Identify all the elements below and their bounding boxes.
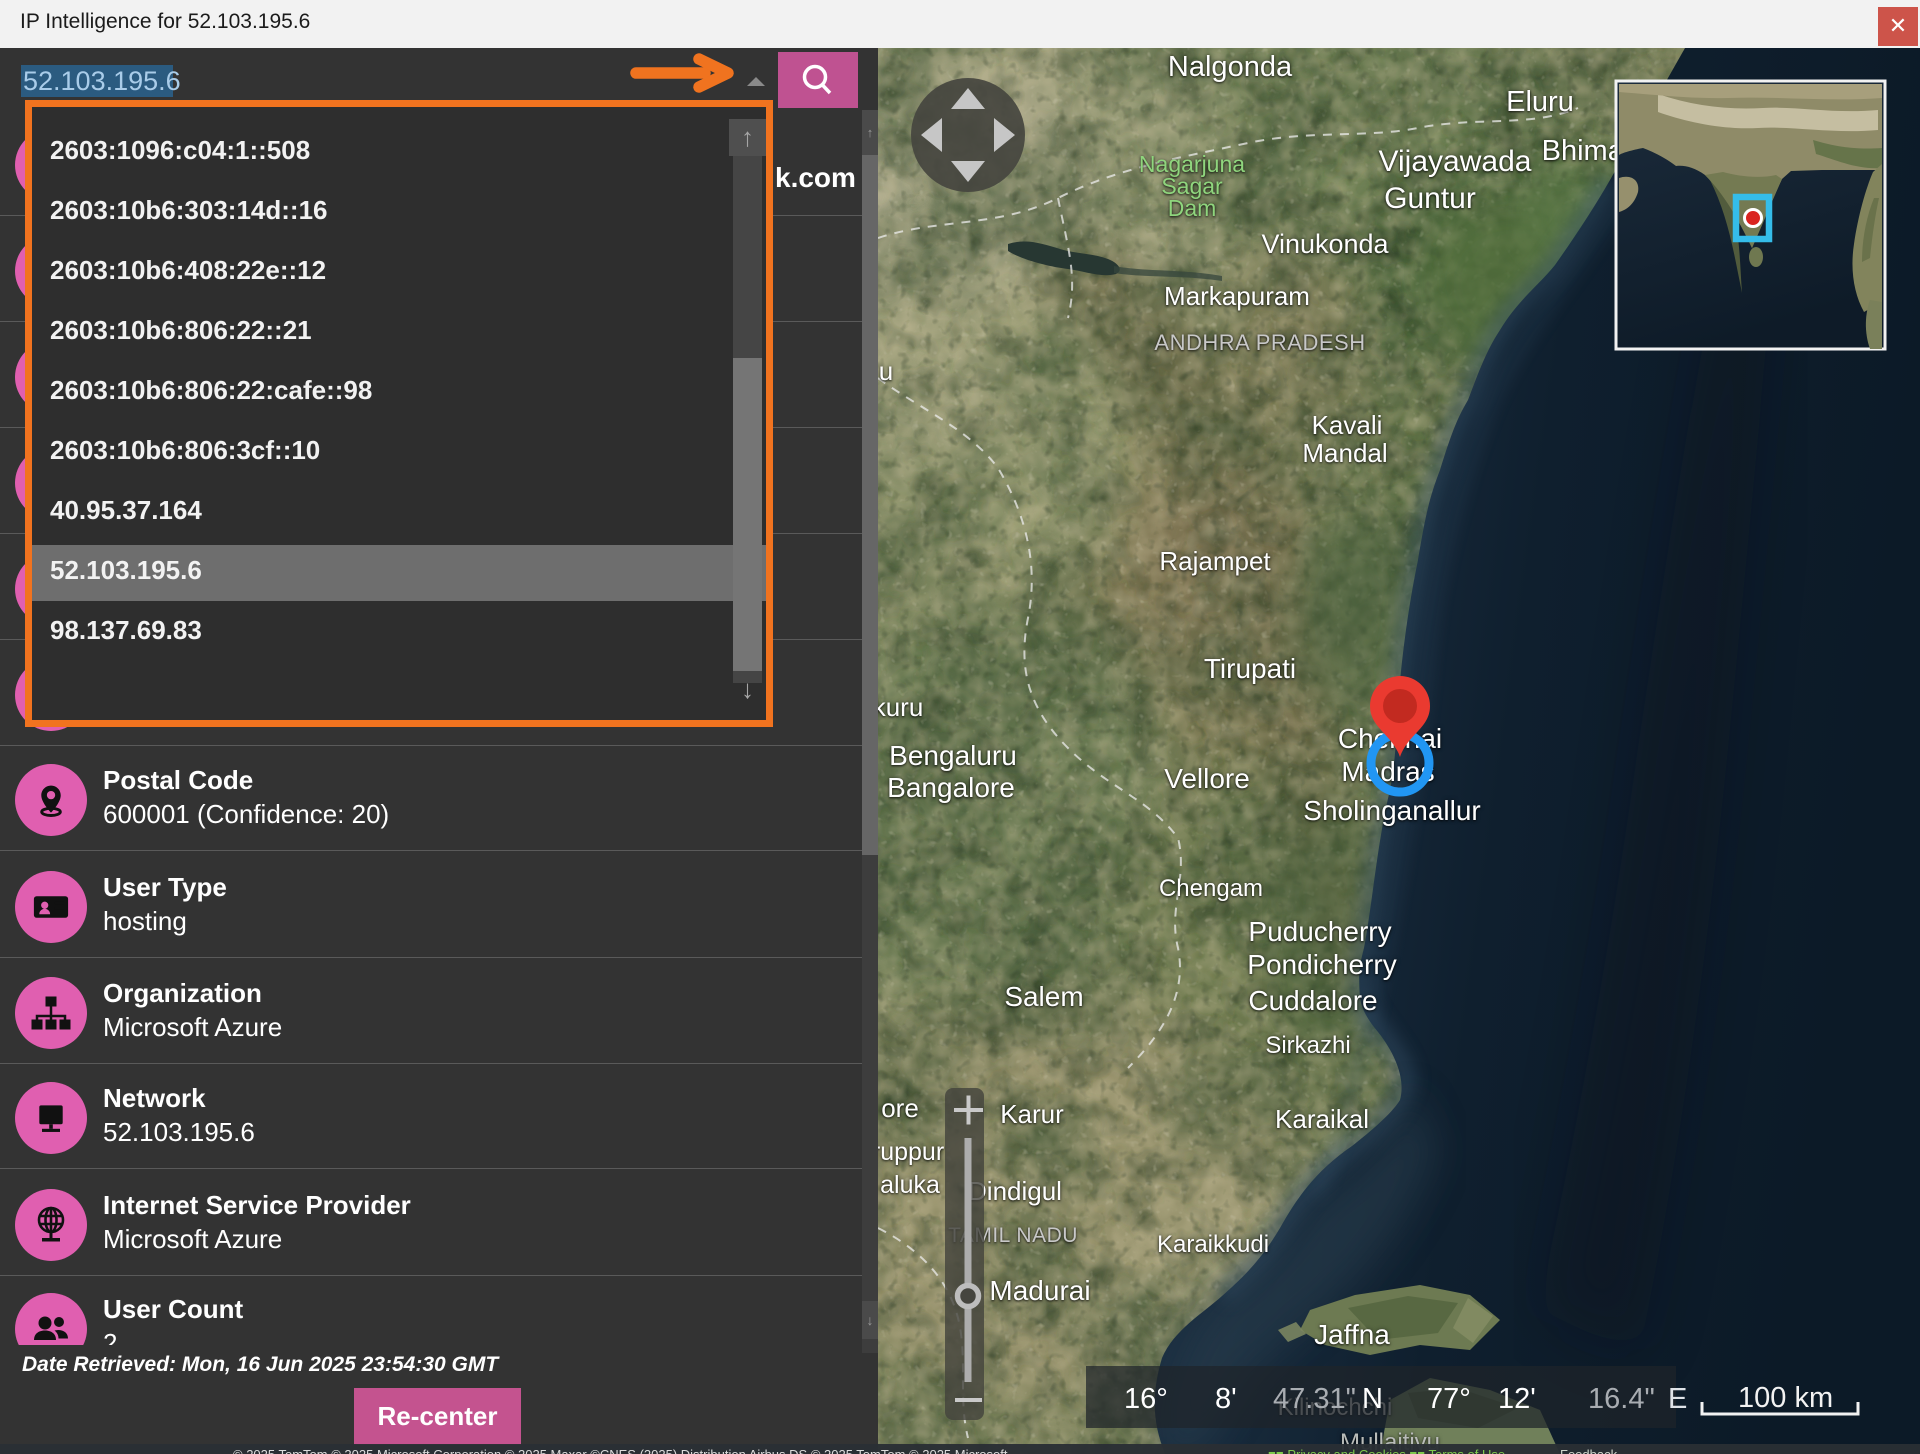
svg-text:ore: ore bbox=[881, 1093, 919, 1123]
svg-text:aluka: aluka bbox=[880, 1171, 940, 1199]
svg-text:Vijayawada: Vijayawada bbox=[1379, 145, 1532, 178]
svg-text:Cuddalore: Cuddalore bbox=[1248, 985, 1377, 1016]
svg-text:Nalgonda: Nalgonda bbox=[1168, 51, 1293, 83]
svg-text:Kavali: Kavali bbox=[1312, 410, 1383, 440]
svg-text:ruppur: ruppur bbox=[878, 1138, 944, 1166]
svg-text:Karaikal: Karaikal bbox=[1275, 1104, 1369, 1134]
svg-text:Madurai: Madurai bbox=[989, 1275, 1090, 1306]
svg-text:Vellore: Vellore bbox=[1164, 763, 1250, 794]
svg-text:Tirupati: Tirupati bbox=[1204, 653, 1296, 684]
svg-text:Bangalore: Bangalore bbox=[887, 772, 1015, 803]
svg-text:Bengaluru: Bengaluru bbox=[889, 740, 1017, 771]
svg-text:Guntur: Guntur bbox=[1384, 182, 1476, 215]
svg-text:77°: 77° bbox=[1427, 1383, 1471, 1415]
svg-text:Vinukonda: Vinukonda bbox=[1261, 229, 1389, 259]
svg-text:Eluru: Eluru bbox=[1506, 86, 1574, 118]
svg-text:Dam: Dam bbox=[1168, 195, 1217, 221]
svg-text:Sirkazhi: Sirkazhi bbox=[1265, 1032, 1350, 1059]
svg-text:100 km: 100 km bbox=[1738, 1382, 1833, 1414]
svg-text:47.31": 47.31" bbox=[1273, 1383, 1356, 1415]
svg-text:u: u bbox=[879, 356, 893, 386]
svg-text:Karaikkudi: Karaikkudi bbox=[1157, 1231, 1269, 1258]
svg-text:Salem: Salem bbox=[1004, 981, 1083, 1012]
svg-text:16.4": 16.4" bbox=[1588, 1383, 1655, 1415]
svg-text:Markapuram: Markapuram bbox=[1164, 281, 1310, 311]
svg-text:8': 8' bbox=[1215, 1383, 1237, 1415]
svg-text:E: E bbox=[1668, 1383, 1687, 1415]
svg-text:Mandal: Mandal bbox=[1302, 438, 1387, 468]
svg-text:12': 12' bbox=[1498, 1383, 1536, 1415]
svg-text:Chengam: Chengam bbox=[1159, 875, 1263, 902]
svg-text:16°: 16° bbox=[1124, 1383, 1168, 1415]
svg-text:Jaffna: Jaffna bbox=[1314, 1319, 1390, 1350]
svg-text:kuru: kuru bbox=[878, 692, 923, 722]
svg-text:Karur: Karur bbox=[1000, 1099, 1064, 1129]
svg-text:Puducherry: Puducherry bbox=[1248, 916, 1391, 947]
svg-text:ANDHRA PRADESH: ANDHRA PRADESH bbox=[1154, 330, 1365, 355]
svg-text:N: N bbox=[1362, 1383, 1383, 1415]
svg-text:Sholinganallur: Sholinganallur bbox=[1303, 795, 1480, 826]
svg-text:Rajampet: Rajampet bbox=[1159, 546, 1271, 576]
svg-text:Pondicherry: Pondicherry bbox=[1247, 949, 1396, 980]
